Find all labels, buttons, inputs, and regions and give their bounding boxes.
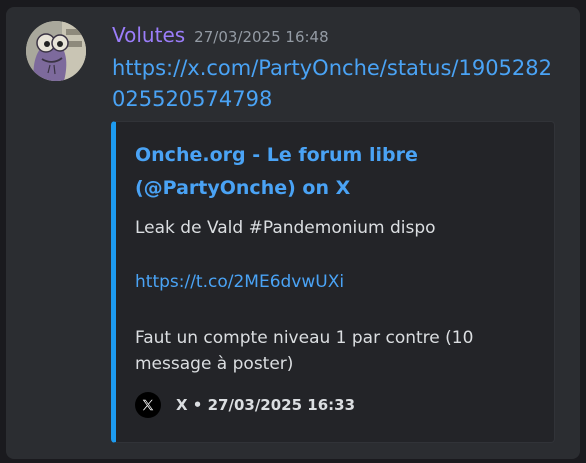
embed-text-line: Leak de Vald #Pandemonium dispo xyxy=(135,218,436,238)
embed-text-line: Faut un compte niveau 1 par contre (10 m… xyxy=(135,328,474,374)
message-link[interactable]: https://x.com/PartyOnche/status/19052820… xyxy=(112,53,552,115)
link-embed: Onche.org - Le forum libre (@PartyOnche)… xyxy=(111,121,555,443)
embed-footer-text: X • 27/03/2025 16:33 xyxy=(176,396,356,414)
embed-link[interactable]: https://t.co/2ME6dvwUXi xyxy=(135,269,344,295)
x-logo-icon xyxy=(135,392,161,418)
avatar[interactable] xyxy=(26,21,86,81)
message-timestamp: 27/03/2025 16:48 xyxy=(194,28,329,46)
username[interactable]: Volutes xyxy=(112,23,185,47)
frog-avatar-icon xyxy=(26,21,86,81)
chat-message: Volutes 27/03/2025 16:48 https://x.com/Pa… xyxy=(6,7,580,459)
embed-footer: X • 27/03/2025 16:33 xyxy=(135,392,355,418)
embed-title[interactable]: Onche.org - Le forum libre (@PartyOnche)… xyxy=(135,139,535,205)
message-header: Volutes 27/03/2025 16:48 xyxy=(112,21,329,51)
